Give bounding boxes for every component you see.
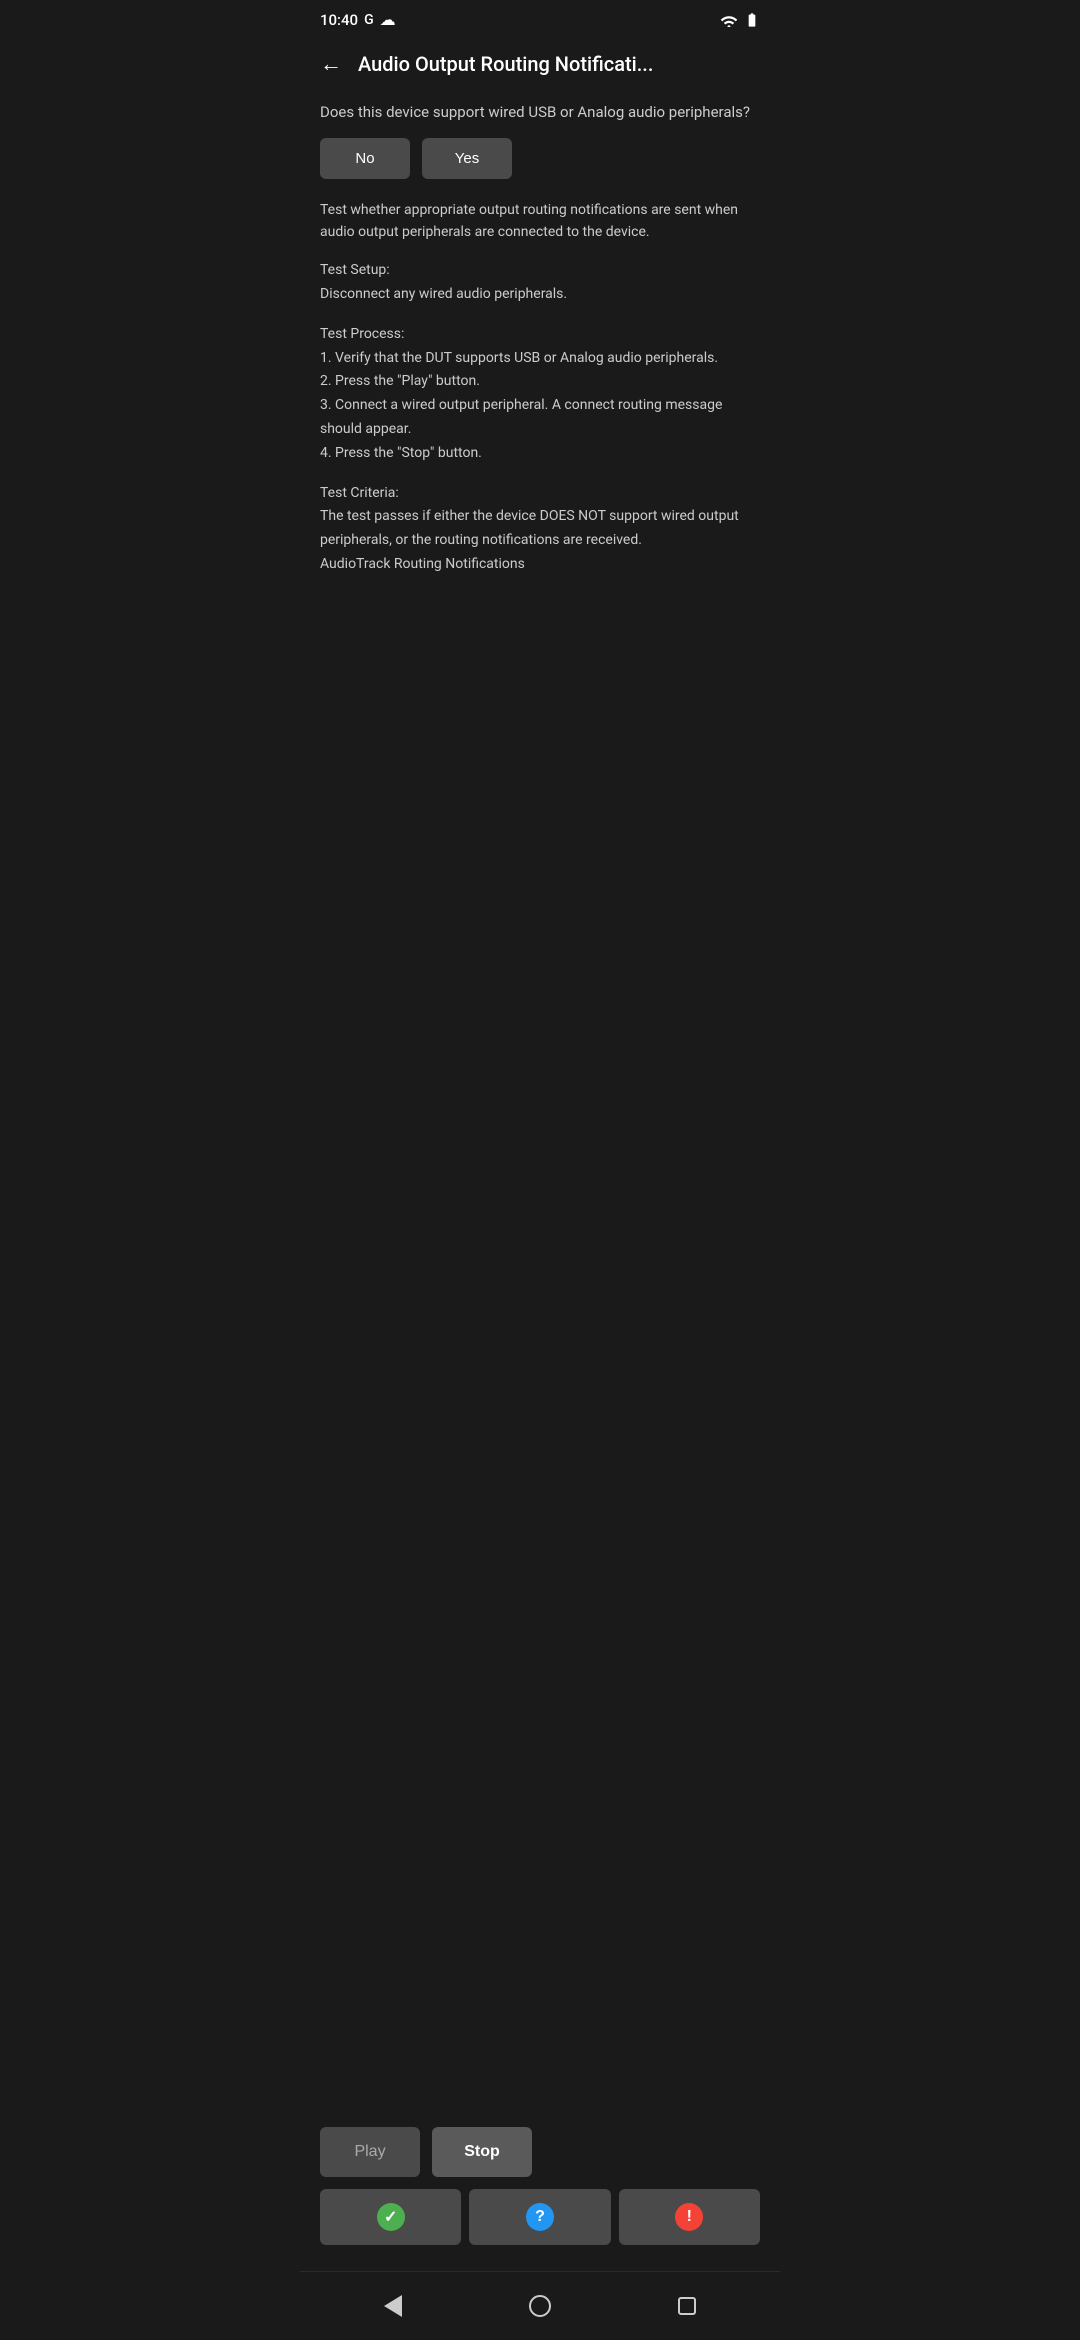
test-setup-section: Test Setup: Disconnect any wired audio p… (320, 259, 760, 307)
stop-button[interactable]: Stop (432, 2127, 532, 2177)
test-setup-detail: Disconnect any wired audio peripherals. (320, 286, 567, 302)
google-icon: G (364, 12, 374, 28)
description-text: Test whether appropriate output routing … (320, 199, 760, 244)
status-bar-right (720, 12, 760, 28)
content-area: Does this device support wired USB or An… (300, 93, 780, 2107)
recents-nav-icon (675, 2294, 699, 2318)
square-recents-shape (678, 2297, 696, 2315)
test-process-step4: 4. Press the "Stop" button. (320, 445, 482, 461)
cloud-icon: ☁ (380, 10, 396, 29)
test-criteria-text: The test passes if either the device DOE… (320, 508, 739, 548)
play-button[interactable]: Play (320, 2127, 420, 2177)
battery-icon (744, 12, 760, 28)
audio-track-label: AudioTrack Routing Notifications (320, 556, 525, 572)
status-bar-left: 10:40 G ☁ (320, 10, 396, 29)
header: ← Audio Output Routing Notificati... (300, 35, 780, 93)
recents-nav-button[interactable] (667, 2286, 707, 2326)
circle-home-shape (529, 2295, 551, 2317)
fail-button[interactable]: ! (619, 2189, 760, 2245)
status-bar: 10:40 G ☁ (300, 0, 780, 35)
pass-icon: ✓ (377, 2203, 405, 2231)
test-criteria-section: Test Criteria: The test passes if either… (320, 482, 760, 577)
home-nav-button[interactable] (520, 2286, 560, 2326)
no-button[interactable]: No (320, 138, 410, 179)
yes-no-buttons: No Yes (320, 138, 760, 179)
test-process-section: Test Process: 1. Verify that the DUT sup… (320, 323, 760, 466)
play-stop-row: Play Stop (320, 2127, 760, 2177)
pass-button[interactable]: ✓ (320, 2189, 461, 2245)
fail-icon: ! (675, 2203, 703, 2231)
status-time: 10:40 (320, 11, 358, 29)
test-process-step2: 2. Press the "Play" button. (320, 373, 480, 389)
back-nav-icon (381, 2294, 405, 2318)
test-process-label: Test Process: (320, 326, 404, 342)
nav-bar (300, 2271, 780, 2340)
question-text: Does this device support wired USB or An… (320, 101, 760, 124)
info-icon: ? (526, 2203, 554, 2231)
back-button[interactable]: ← (316, 47, 346, 81)
test-criteria-label: Test Criteria: (320, 485, 399, 501)
triangle-back-shape (384, 2295, 402, 2317)
test-process-step3: 3. Connect a wired output peripheral. A … (320, 397, 722, 437)
wifi-icon (720, 13, 738, 27)
result-buttons-row: ✓ ? ! (320, 2189, 760, 2245)
action-area: Play Stop ✓ ? ! (300, 2107, 780, 2271)
test-setup-label: Test Setup: (320, 262, 390, 278)
yes-button[interactable]: Yes (422, 138, 512, 179)
test-process-step1: 1. Verify that the DUT supports USB or A… (320, 350, 718, 366)
info-button[interactable]: ? (469, 2189, 610, 2245)
home-nav-icon (528, 2294, 552, 2318)
page-title: Audio Output Routing Notificati... (358, 52, 764, 76)
back-nav-button[interactable] (373, 2286, 413, 2326)
